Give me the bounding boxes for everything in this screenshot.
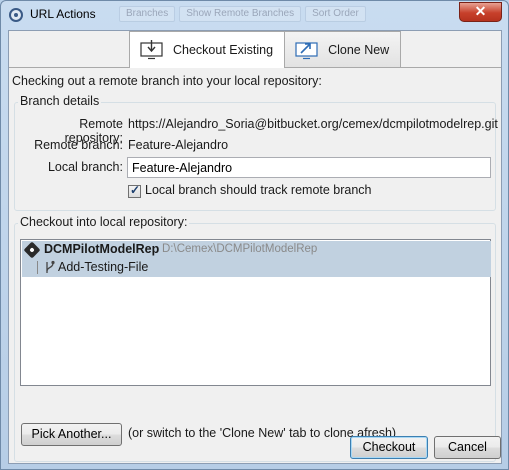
tab-checkout-existing[interactable]: Checkout Existing	[129, 31, 286, 68]
remote-repository-value: https://Alejandro_Soria@bitbucket.org/ce…	[128, 117, 498, 131]
pick-another-button[interactable]: Pick Another...	[21, 423, 122, 446]
local-branch-label: Local branch:	[47, 160, 123, 174]
track-remote-label[interactable]: Local branch should track remote branch	[145, 183, 372, 197]
branch-row[interactable]: Add-Testing-File	[22, 259, 491, 277]
intro-text: Checking out a remote branch into your l…	[12, 74, 322, 88]
dialog-client-area: Checkout Existing Clone New Checking out…	[8, 30, 502, 464]
tree-line	[37, 261, 38, 274]
branch-name: Add-Testing-File	[58, 260, 149, 274]
local-branch-input[interactable]	[127, 157, 491, 178]
tab-label: Checkout Existing	[173, 43, 274, 57]
tab-panel-checkout-existing: Checking out a remote branch into your l…	[9, 67, 501, 462]
repo-name: DCMPilotModelRep	[44, 242, 160, 256]
background-toolbar-item: Branches	[119, 6, 176, 22]
repository-list[interactable]: DCMPilotModelRep D:\Cemex\DCMPilotModelR…	[20, 239, 491, 386]
branch-icon	[44, 259, 56, 278]
track-remote-checkbox[interactable]: ✓	[128, 183, 141, 198]
remote-branch-label: Remote branch:	[34, 138, 123, 152]
remote-branch-value: Feature-Alejandro	[128, 138, 229, 152]
window-title: URL Actions	[30, 7, 96, 21]
background-toolbar-item: Sort Order	[305, 6, 366, 22]
branch-details-label: Branch details	[18, 94, 102, 108]
tab-strip: Checkout Existing Clone New	[129, 31, 402, 68]
title-bar[interactable]: URL Actions Branches Show Remote Branche…	[1, 1, 508, 29]
background-toolbar-item: Show Remote Branches	[179, 6, 302, 22]
monitor-download-icon	[140, 40, 164, 60]
dialog-window: URL Actions Branches Show Remote Branche…	[0, 0, 509, 470]
monitor-clone-icon	[295, 40, 319, 60]
app-icon	[9, 8, 23, 22]
cancel-button[interactable]: Cancel	[434, 436, 501, 459]
close-button[interactable]: ✕	[459, 2, 502, 22]
repository-row[interactable]: DCMPilotModelRep D:\Cemex\DCMPilotModelR…	[22, 241, 491, 259]
tab-label: Clone New	[328, 42, 390, 57]
checkout-into-label: Checkout into local repository:	[18, 215, 190, 229]
git-repo-icon	[23, 241, 41, 259]
tab-clone-new[interactable]: Clone New	[284, 31, 402, 67]
background-toolbar: Branches Show Remote Branches Sort Order	[119, 6, 366, 24]
repo-path: D:\Cemex\DCMPilotModelRep	[162, 243, 318, 255]
checkout-button[interactable]: Checkout	[350, 436, 428, 459]
